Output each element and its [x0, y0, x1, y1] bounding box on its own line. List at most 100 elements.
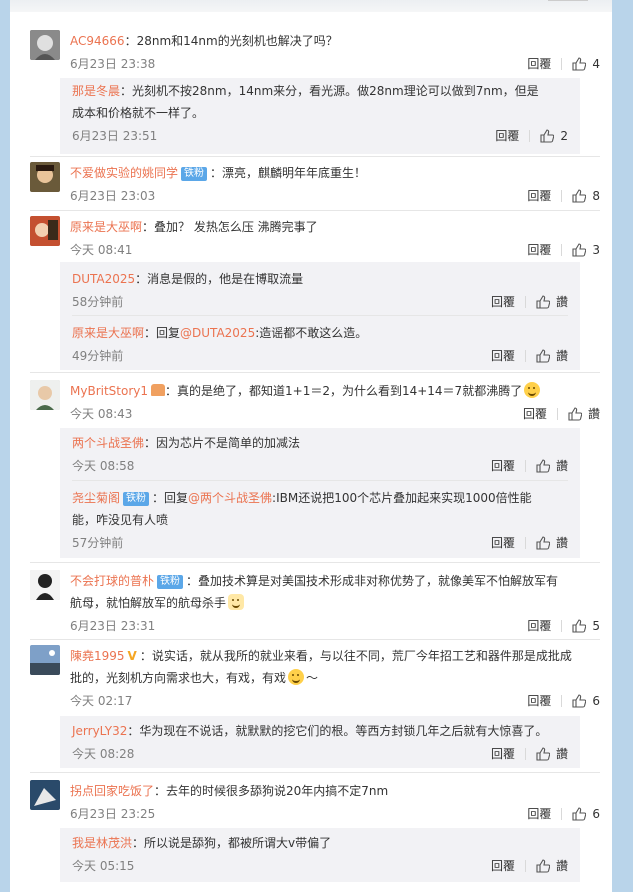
reply-thread: 我是林茂洪：所以说是舔狗，都被所谓大v带偏了 今天 05:15 回覆 讚: [60, 828, 580, 882]
username[interactable]: 原来是大巫啊: [72, 326, 144, 340]
timestamp: 今天 05:15: [72, 859, 135, 873]
like-button[interactable]: 讚: [536, 856, 568, 876]
username[interactable]: 那是冬晨: [72, 84, 120, 98]
timestamp: 6月23日 23:25: [70, 807, 156, 821]
thumbs-up-icon: [536, 747, 550, 761]
like-button[interactable]: 讚: [536, 533, 568, 553]
reply-prefix: ：回复: [152, 491, 189, 505]
avatar[interactable]: [30, 162, 60, 192]
thumbs-up-icon: [536, 859, 550, 873]
like-button[interactable]: 6: [572, 804, 600, 824]
reply-button[interactable]: 回覆: [491, 456, 515, 476]
comment-text: ：去年的时候很多舔狗说20年内搞不定7nm: [154, 784, 389, 798]
like-label: 讚: [555, 859, 568, 873]
username[interactable]: 不会打球的普朴: [70, 574, 154, 588]
divider: [30, 562, 600, 563]
avatar[interactable]: [30, 570, 60, 600]
reply-button[interactable]: 回覆: [491, 533, 515, 553]
like-label: 讚: [555, 536, 568, 550]
reply-item: 我是林茂洪：所以说是舔狗，都被所谓大v带偏了 今天 05:15 回覆 讚: [72, 828, 568, 876]
reply-button[interactable]: 回覆: [527, 804, 551, 824]
like-label: 讚: [555, 295, 568, 309]
username[interactable]: 两个斗战圣佛: [72, 436, 144, 450]
reply-thread: JerryLY32：华为现在不说话，就默默的挖它们的根。等西方封锁几年之后就有大…: [60, 716, 580, 768]
like-button[interactable]: 讚: [536, 456, 568, 476]
reply-item: 两个斗战圣佛：因为芯片不是简单的加减法 今天 08:58 回覆 讚: [72, 428, 568, 480]
divider: [30, 639, 600, 640]
thumbs-up-icon: [572, 243, 587, 257]
avatar[interactable]: [30, 780, 60, 810]
username[interactable]: 陳堯1995: [70, 649, 125, 663]
reply-item: JerryLY32：华为现在不说话，就默默的挖它们的根。等西方封锁几年之后就有大…: [72, 716, 568, 764]
thumbs-up-icon: [536, 459, 550, 473]
reply-item: 那是冬晨：光刻机不按28nm，14nm来分，看光源。做28nm理论可以做到7nm…: [72, 78, 568, 146]
reply-button[interactable]: 回覆: [491, 744, 515, 764]
thumbs-up-icon: [568, 407, 582, 421]
thumbs-up-icon: [572, 694, 587, 708]
like-button[interactable]: 4: [572, 54, 600, 74]
like-button[interactable]: 2: [540, 126, 568, 146]
reply-button[interactable]: 回覆: [491, 856, 515, 876]
thumbs-up-icon: [536, 349, 550, 363]
username[interactable]: MyBritStory1: [70, 384, 148, 398]
reply-button[interactable]: 回覆: [527, 186, 551, 206]
reply-item: 原来是大巫啊：回复@DUTA2025:造谣都不敢这么造。 49分钟前 回覆 讚: [72, 315, 568, 370]
like-button[interactable]: 讚: [536, 346, 568, 366]
like-button[interactable]: 8: [572, 186, 600, 206]
reply-button[interactable]: 回覆: [523, 404, 547, 424]
mention-link[interactable]: @DUTA2025: [180, 326, 255, 340]
username[interactable]: JerryLY32: [72, 724, 127, 738]
username[interactable]: AC94666: [70, 34, 125, 48]
like-label: 讚: [555, 459, 568, 473]
username[interactable]: 拐点回家吃饭了: [70, 784, 154, 798]
timestamp: 6月23日 23:38: [70, 57, 156, 71]
reply-thread: 两个斗战圣佛：因为芯片不是简单的加减法 今天 08:58 回覆 讚 尧尘菊阁 铁粉…: [60, 428, 580, 558]
reply-button[interactable]: 回覆: [491, 346, 515, 366]
reply-button[interactable]: 回覆: [491, 292, 515, 312]
timestamp: 今天 02:17: [70, 694, 133, 708]
reply-item: DUTA2025：消息是假的，他是在博取流量 58分钟前 回覆 讚: [72, 262, 568, 315]
avatar[interactable]: [30, 30, 60, 60]
timestamp: 57分钟前: [72, 536, 124, 550]
avatar[interactable]: [30, 645, 60, 675]
like-button[interactable]: 讚: [568, 404, 600, 424]
verified-v-icon: V: [127, 649, 137, 663]
like-count: 4: [592, 57, 600, 71]
reply-button[interactable]: 回覆: [495, 126, 519, 146]
timestamp: 6月23日 23:03: [70, 189, 156, 203]
username[interactable]: 我是林茂洪: [72, 836, 132, 850]
laugh-emoji-icon: [288, 669, 305, 685]
truncated-header: [10, 0, 612, 12]
timestamp: 今天 08:28: [72, 747, 135, 761]
reply-button[interactable]: 回覆: [527, 54, 551, 74]
reply-item: 尧尘菊阁 铁粉 ：回复@两个斗战圣佛:IBM还说把100个芯片叠加起来实现1000倍…: [72, 480, 568, 557]
like-button[interactable]: 讚: [536, 292, 568, 312]
reply-text: :造谣都不敢这么造。: [255, 326, 368, 340]
timestamp: 今天 08:58: [72, 459, 135, 473]
mention-link[interactable]: @两个斗战圣佛: [188, 491, 272, 505]
like-button[interactable]: 讚: [536, 744, 568, 764]
avatar[interactable]: [30, 380, 60, 410]
avatar[interactable]: [30, 216, 60, 246]
thumbs-up-icon: [540, 129, 555, 143]
reply-button[interactable]: 回覆: [527, 691, 551, 711]
username[interactable]: DUTA2025: [72, 272, 135, 286]
timestamp: 58分钟前: [72, 295, 124, 309]
like-button[interactable]: 5: [572, 616, 600, 636]
like-button[interactable]: 6: [572, 691, 600, 711]
like-button[interactable]: 3: [572, 240, 600, 260]
reply-thread: DUTA2025：消息是假的，他是在博取流量 58分钟前 回覆 讚 原来是大巫啊…: [60, 262, 580, 370]
reply-text: ：光刻机不按28nm，14nm来分，看光源。做28nm理论可以做到7nm，但是成…: [72, 84, 539, 120]
username[interactable]: 原来是大巫啊: [70, 220, 142, 234]
reply-button[interactable]: 回覆: [527, 616, 551, 636]
cake-icon: [151, 384, 165, 396]
username[interactable]: 尧尘菊阁: [72, 491, 120, 505]
reply-button[interactable]: 回覆: [527, 240, 551, 260]
cat-emoji-icon: [228, 594, 245, 610]
thumbs-up-icon: [572, 619, 587, 633]
username[interactable]: 不爱做实验的姚同学: [70, 166, 178, 180]
like-label: 讚: [587, 407, 600, 421]
timestamp: 6月23日 23:31: [70, 619, 156, 633]
like-label: 讚: [555, 349, 568, 363]
fan-badge: 铁粉: [157, 575, 184, 589]
